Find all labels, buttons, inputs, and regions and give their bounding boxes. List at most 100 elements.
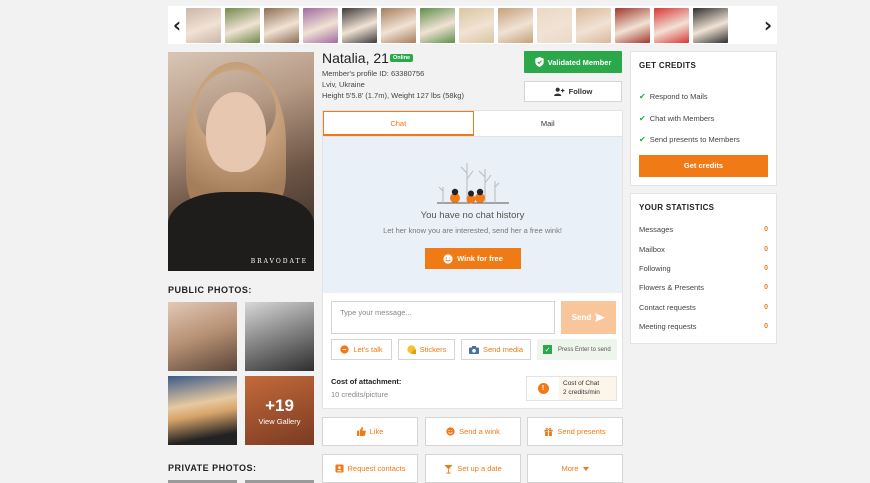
- message-input[interactable]: Type your message...: [331, 301, 555, 334]
- credit-benefit-item: ✔ Send presents to Members: [631, 129, 776, 151]
- send-presents-button[interactable]: Send presents: [527, 417, 623, 446]
- stickers-label: Stickers: [419, 345, 447, 354]
- chat-bubble-icon: [340, 345, 349, 354]
- cost-of-attachment: Cost of attachment: 10 credits/picture: [331, 377, 401, 399]
- lets-talk-label: Let's talk: [353, 345, 383, 354]
- message-placeholder: Type your message...: [340, 308, 412, 317]
- stat-value: 0: [764, 323, 768, 331]
- carousel-next-button[interactable]: ›: [759, 6, 777, 44]
- private-photos-label: PRIVATE PHOTOS:: [168, 463, 257, 473]
- send-media-label: Send media: [482, 345, 524, 354]
- contact-card-icon: [334, 464, 344, 473]
- member-thumbnail[interactable]: [381, 7, 416, 43]
- request-contacts-label: Request contacts: [347, 464, 406, 473]
- profile-id: Member's profile ID: 63380756: [322, 69, 425, 78]
- send-label: Send: [571, 313, 592, 322]
- credit-benefit-label: Send presents to Members: [649, 135, 740, 145]
- public-photos-label: PUBLIC PHOTOS:: [168, 285, 252, 295]
- stat-row-meeting-requests[interactable]: Meeting requests 0: [631, 317, 776, 336]
- photo-watermark: BRAVODATE: [250, 258, 308, 265]
- follow-label: Follow: [568, 87, 593, 96]
- credit-benefit-label: Chat with Members: [649, 113, 715, 123]
- checkbox-checked-icon[interactable]: ✓: [543, 345, 552, 354]
- empty-chat-illustration: [437, 163, 509, 204]
- stickers-button[interactable]: Stickers: [398, 339, 455, 360]
- carousel-prev-button[interactable]: ‹: [168, 6, 186, 44]
- stat-row-flowers-presents[interactable]: Flowers & Presents 0: [631, 278, 776, 297]
- tab-mail[interactable]: Mail: [474, 111, 623, 136]
- validated-member-badge: Validated Member: [524, 51, 622, 73]
- tab-chat[interactable]: Chat: [323, 111, 474, 136]
- check-icon: ✔: [639, 113, 646, 123]
- like-label: Like: [369, 427, 384, 436]
- get-credits-panel: GET CREDITS ✔ Respond to Mails ✔ Chat with…: [630, 51, 777, 186]
- follow-button[interactable]: Follow: [524, 81, 622, 102]
- wink-for-free-button[interactable]: Wink for free: [425, 248, 521, 269]
- member-carousel: ‹ ›: [168, 6, 777, 44]
- more-actions-dropdown[interactable]: More: [527, 454, 623, 483]
- member-thumbnail[interactable]: [615, 7, 650, 43]
- stat-value: 0: [764, 303, 768, 311]
- profile-main-photo[interactable]: BRAVODATE: [168, 52, 314, 271]
- public-photo-1[interactable]: [168, 302, 237, 371]
- public-photo-3[interactable]: [168, 376, 237, 445]
- stat-label: Following: [639, 263, 671, 273]
- member-thumbnail[interactable]: [303, 7, 338, 43]
- stat-value: 0: [764, 284, 768, 292]
- statistics-title: YOUR STATISTICS: [639, 203, 715, 212]
- chat-history-area: You have no chat history Let her know yo…: [323, 137, 622, 293]
- no-chat-title: You have no chat history: [420, 210, 525, 221]
- add-user-icon: [553, 87, 565, 96]
- online-badge: Online: [390, 54, 414, 62]
- member-thumbnail[interactable]: [654, 7, 689, 43]
- stat-row-contact-requests[interactable]: Contact requests 0: [631, 298, 776, 317]
- send-presents-label: Send presents: [557, 427, 606, 436]
- wink-for-free-label: Wink for free: [457, 254, 503, 263]
- member-thumbnail[interactable]: [498, 7, 533, 43]
- member-thumbnail[interactable]: [693, 7, 728, 43]
- stat-label: Messages: [639, 225, 674, 235]
- stat-label: Meeting requests: [639, 322, 697, 332]
- get-credits-title: GET CREDITS: [639, 61, 697, 70]
- gift-icon: [544, 427, 553, 436]
- press-enter-label: Press Enter to send: [558, 346, 611, 353]
- gallery-more-count: +19: [265, 395, 294, 415]
- member-thumbnail[interactable]: [186, 7, 221, 43]
- stat-label: Flowers & Presents: [639, 283, 705, 293]
- send-media-button[interactable]: Send media: [461, 339, 531, 360]
- public-photo-2[interactable]: [245, 302, 314, 371]
- view-gallery-label: View Gallery: [258, 416, 301, 426]
- wink-smiley-icon: [443, 253, 453, 264]
- stat-row-following[interactable]: Following 0: [631, 259, 776, 278]
- member-thumbnail[interactable]: [420, 7, 455, 43]
- member-thumbnail[interactable]: [576, 7, 611, 43]
- send-button[interactable]: Send: [561, 301, 616, 334]
- profile-body: Height 5'5.8' (1.7m), Weight 127 lbs (58…: [322, 91, 464, 100]
- request-contacts-button[interactable]: Request contacts: [322, 454, 418, 483]
- camera-icon: [468, 345, 479, 354]
- credit-benefit-item: ✔ Chat with Members: [631, 108, 776, 130]
- shield-check-icon: [534, 57, 544, 67]
- member-thumbnail[interactable]: [459, 7, 494, 43]
- carousel-thumbs: [186, 7, 759, 43]
- member-thumbnail[interactable]: [264, 7, 299, 43]
- chevron-right-icon: ›: [763, 13, 773, 37]
- cost-chat-value: 2 credits/min: [563, 389, 600, 396]
- member-thumbnail[interactable]: [342, 7, 377, 43]
- get-credits-button[interactable]: Get credits: [639, 154, 768, 177]
- credit-benefit-item: ✔ Respond to Mails: [631, 86, 776, 108]
- thumbs-up-icon: [356, 427, 366, 436]
- lets-talk-button[interactable]: Let's talk: [331, 339, 392, 360]
- send-wink-button[interactable]: Send a wink: [425, 417, 521, 446]
- press-enter-toggle[interactable]: ✓ Press Enter to send: [537, 339, 617, 360]
- view-gallery-tile[interactable]: +19 View Gallery: [245, 376, 314, 445]
- stat-row-messages[interactable]: Messages 0: [631, 220, 776, 239]
- stat-row-mailbox[interactable]: Mailbox 0: [631, 239, 776, 258]
- credit-benefit-label: Respond to Mails: [649, 92, 708, 102]
- like-button[interactable]: Like: [322, 417, 418, 446]
- member-thumbnail[interactable]: [225, 7, 260, 43]
- set-up-date-button[interactable]: Set up a date: [425, 454, 521, 483]
- set-up-date-label: Set up a date: [457, 464, 502, 473]
- stat-value: 0: [764, 264, 768, 272]
- member-thumbnail[interactable]: [537, 7, 572, 43]
